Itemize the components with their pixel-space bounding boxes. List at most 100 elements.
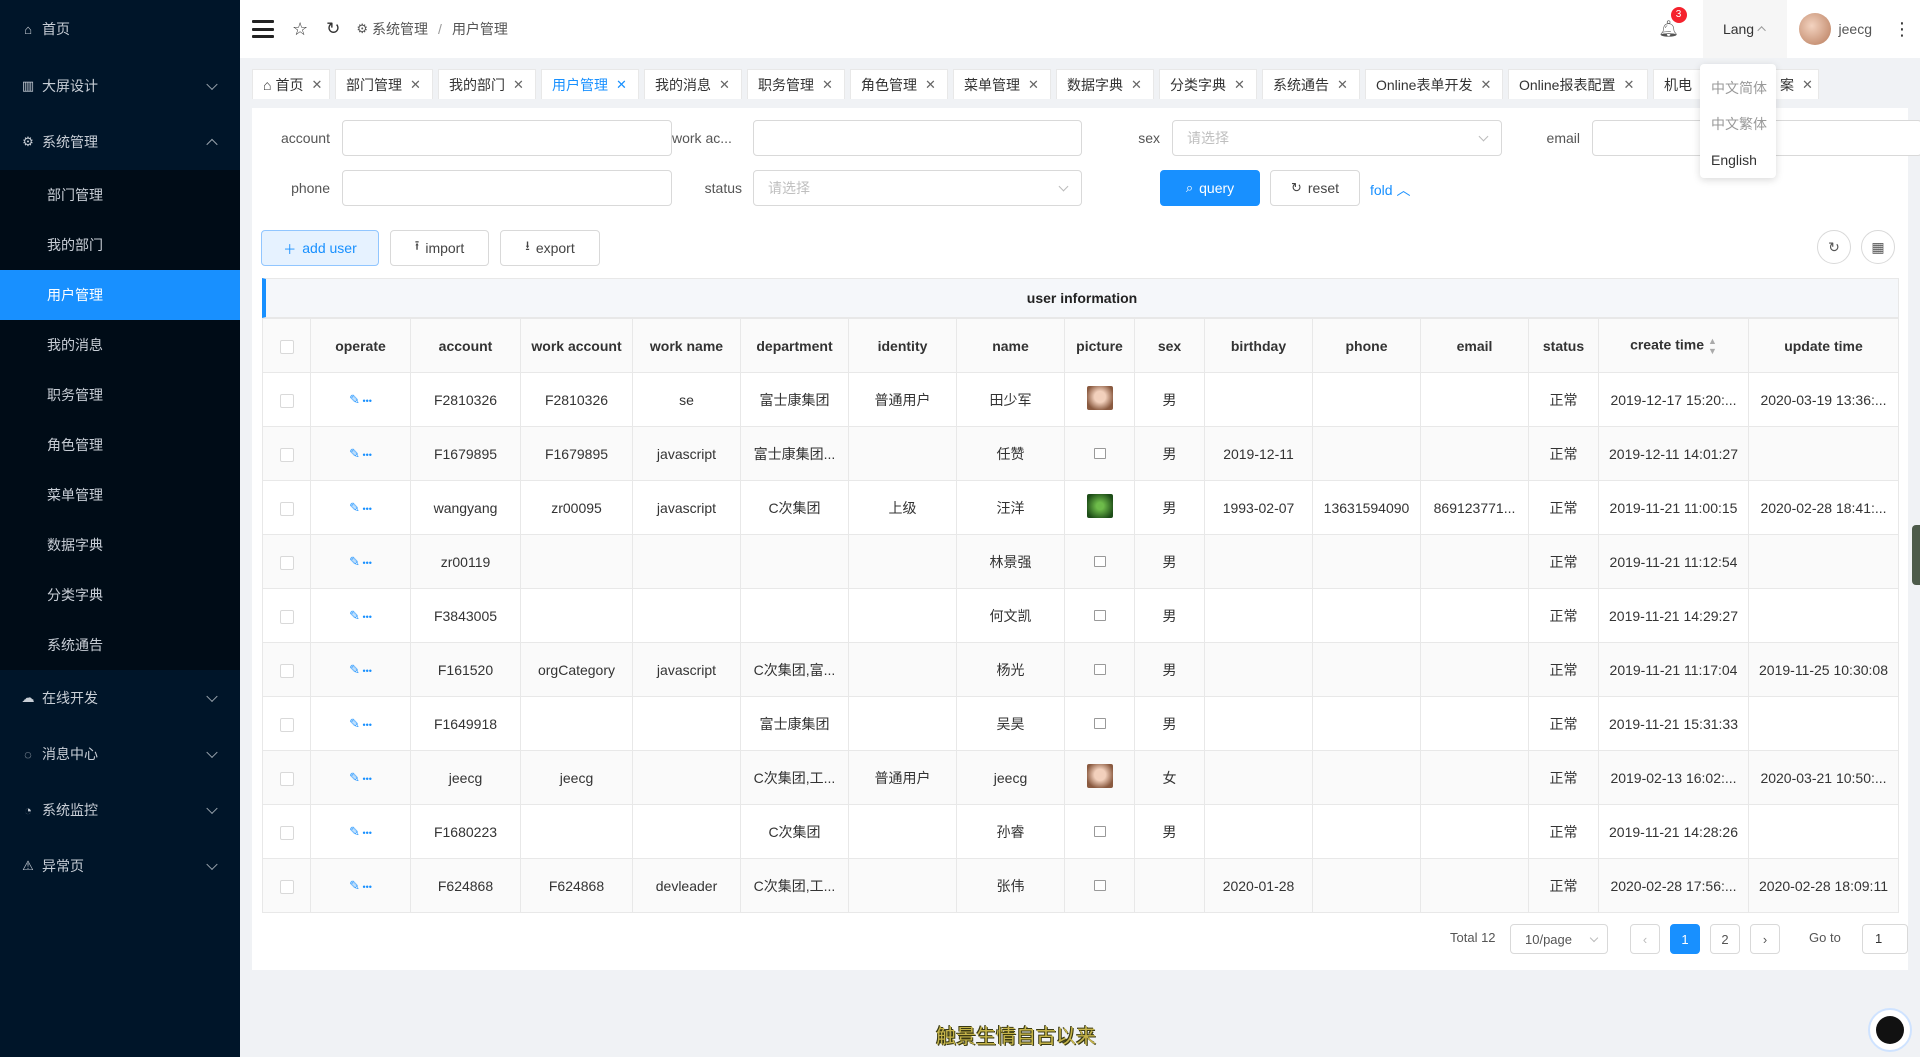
close-icon[interactable]: ✕ [616, 77, 627, 93]
close-icon[interactable]: ✕ [925, 77, 936, 93]
more-icon[interactable]: ••• [360, 774, 371, 784]
fold-toggle[interactable]: fold ︿ [1370, 180, 1410, 200]
sidebar-item-menus[interactable]: 菜单管理 [0, 470, 240, 520]
more-vertical-icon[interactable]: ⋮ [1884, 19, 1920, 40]
menu-toggle-icon[interactable] [252, 20, 274, 38]
row-checkbox[interactable] [279, 771, 294, 786]
edit-icon[interactable]: ✎ [349, 392, 360, 407]
edit-icon[interactable]: ✎ [349, 554, 360, 569]
sidebar-item-errors[interactable]: ⚠ 异常页 [0, 838, 240, 894]
sidebar-item-roles[interactable]: 角色管理 [0, 420, 240, 470]
row-checkbox[interactable] [279, 825, 294, 840]
tab-dict[interactable]: 数据字典 ✕ [1056, 69, 1154, 99]
page-size-select[interactable]: 10/page [1510, 924, 1608, 954]
breadcrumb-item[interactable]: 系统管理 [372, 19, 428, 39]
tab-users[interactable]: 用户管理 ✕ [541, 69, 639, 99]
sidebar-item-monitor[interactable]: ◔ 系统监控 [0, 782, 240, 838]
close-icon[interactable]: ✕ [1480, 77, 1491, 93]
close-icon[interactable]: ✕ [1802, 77, 1813, 93]
lang-option-zh-tw[interactable]: 中文繁体 [1700, 106, 1776, 142]
reset-button[interactable]: ↻ reset [1270, 170, 1360, 206]
sidebar-item-users[interactable]: 用户管理 [0, 270, 240, 320]
sidebar-item-my-dept[interactable]: 我的部门 [0, 220, 240, 270]
tab-positions[interactable]: 职务管理 ✕ [747, 69, 845, 99]
select-all-checkbox[interactable] [279, 339, 294, 354]
edit-icon[interactable]: ✎ [349, 878, 360, 893]
side-handle[interactable] [1912, 525, 1920, 585]
tab-dept[interactable]: 部门管理 ✕ [335, 69, 433, 99]
broken-image-icon[interactable] [1093, 663, 1106, 675]
close-icon[interactable]: ✕ [1028, 77, 1039, 93]
account-input[interactable] [342, 120, 672, 156]
row-checkbox[interactable] [279, 717, 294, 732]
row-checkbox[interactable] [279, 501, 294, 516]
row-checkbox[interactable] [279, 663, 294, 678]
create-time-header[interactable]: create time ▲ ▼ [1598, 318, 1749, 373]
goto-input[interactable]: 1 [1862, 924, 1908, 954]
tab-category-dict[interactable]: 分类字典 ✕ [1159, 69, 1257, 99]
username[interactable]: jeecg [1839, 21, 1872, 37]
more-icon[interactable]: ••• [360, 720, 371, 730]
sidebar-item-home[interactable]: ⌂ 首页 [0, 0, 240, 58]
close-icon[interactable]: ✕ [1337, 77, 1348, 93]
tab-online-report[interactable]: Online报表配置 ✕ [1508, 69, 1648, 99]
tab-roles[interactable]: 角色管理 ✕ [850, 69, 948, 99]
close-icon[interactable]: ✕ [410, 77, 421, 93]
prev-page-button[interactable]: ‹ [1630, 924, 1660, 954]
more-icon[interactable]: ••• [360, 666, 371, 676]
edit-icon[interactable]: ✎ [349, 662, 360, 677]
more-icon[interactable]: ••• [360, 828, 371, 838]
more-icon[interactable]: ••• [360, 396, 371, 406]
import-button[interactable]: ⭱ import [390, 230, 489, 266]
edit-icon[interactable]: ✎ [349, 608, 360, 623]
sidebar-item-system[interactable]: ⚙ 系统管理 [0, 114, 240, 170]
more-icon[interactable]: ••• [360, 450, 371, 460]
tab-online-form[interactable]: Online表单开发 ✕ [1365, 69, 1503, 99]
query-button[interactable]: ⌕ query [1160, 170, 1260, 206]
github-octocat-icon[interactable] [1868, 1008, 1912, 1052]
edit-icon[interactable]: ✎ [349, 500, 360, 515]
lang-option-en[interactable]: English [1700, 142, 1776, 178]
lang-switcher[interactable]: Lang [1702, 0, 1787, 58]
more-icon[interactable]: ••• [360, 882, 371, 892]
page-2-button[interactable]: 2 [1710, 924, 1740, 954]
edit-icon[interactable]: ✎ [349, 716, 360, 731]
sex-select[interactable]: 请选择 [1172, 120, 1502, 156]
add-user-button[interactable]: ＋ add user [261, 230, 379, 266]
sidebar-item-my-messages[interactable]: 我的消息 [0, 320, 240, 370]
status-select[interactable]: 请选择 [753, 170, 1082, 206]
next-page-button[interactable]: › [1750, 924, 1780, 954]
lang-option-zh-cn[interactable]: 中文简体 [1700, 70, 1776, 106]
tab-my-dept[interactable]: 我的部门 ✕ [438, 69, 536, 99]
row-checkbox[interactable] [279, 879, 294, 894]
star-icon[interactable]: ☆ [292, 19, 308, 40]
export-button[interactable]: ⭳ export [500, 230, 600, 266]
close-icon[interactable]: ✕ [1131, 77, 1142, 93]
row-checkbox[interactable] [279, 393, 294, 408]
tab-announcements[interactable]: 系统通告 ✕ [1262, 69, 1360, 99]
close-icon[interactable]: ✕ [311, 77, 322, 93]
close-icon[interactable]: ✕ [1623, 77, 1634, 93]
sidebar-item-big-screen[interactable]: ▥ 大屏设计 [0, 58, 240, 114]
column-settings-button[interactable]: ▦ [1861, 230, 1895, 264]
broken-image-icon[interactable] [1093, 717, 1106, 729]
more-icon[interactable]: ••• [360, 504, 371, 514]
sidebar-item-announcements[interactable]: 系统通告 [0, 620, 240, 670]
more-icon[interactable]: ••• [360, 558, 371, 568]
sort-icon[interactable]: ▲ ▼ [1708, 336, 1717, 356]
broken-image-icon[interactable] [1093, 825, 1106, 837]
work-account-input[interactable] [753, 120, 1082, 156]
sidebar-item-positions[interactable]: 职务管理 [0, 370, 240, 420]
row-checkbox[interactable] [279, 555, 294, 570]
edit-icon[interactable]: ✎ [349, 770, 360, 785]
avatar[interactable] [1798, 13, 1831, 45]
broken-image-icon[interactable] [1093, 879, 1106, 891]
refresh-icon[interactable]: ↻ [326, 19, 340, 39]
sidebar-item-dict[interactable]: 数据字典 [0, 520, 240, 570]
row-checkbox[interactable] [279, 447, 294, 462]
user-picture[interactable] [1086, 494, 1113, 518]
tab-my-messages[interactable]: 我的消息 ✕ [644, 69, 742, 99]
sidebar-item-dept[interactable]: 部门管理 [0, 170, 240, 220]
user-picture[interactable] [1086, 764, 1113, 788]
broken-image-icon[interactable] [1093, 555, 1106, 567]
